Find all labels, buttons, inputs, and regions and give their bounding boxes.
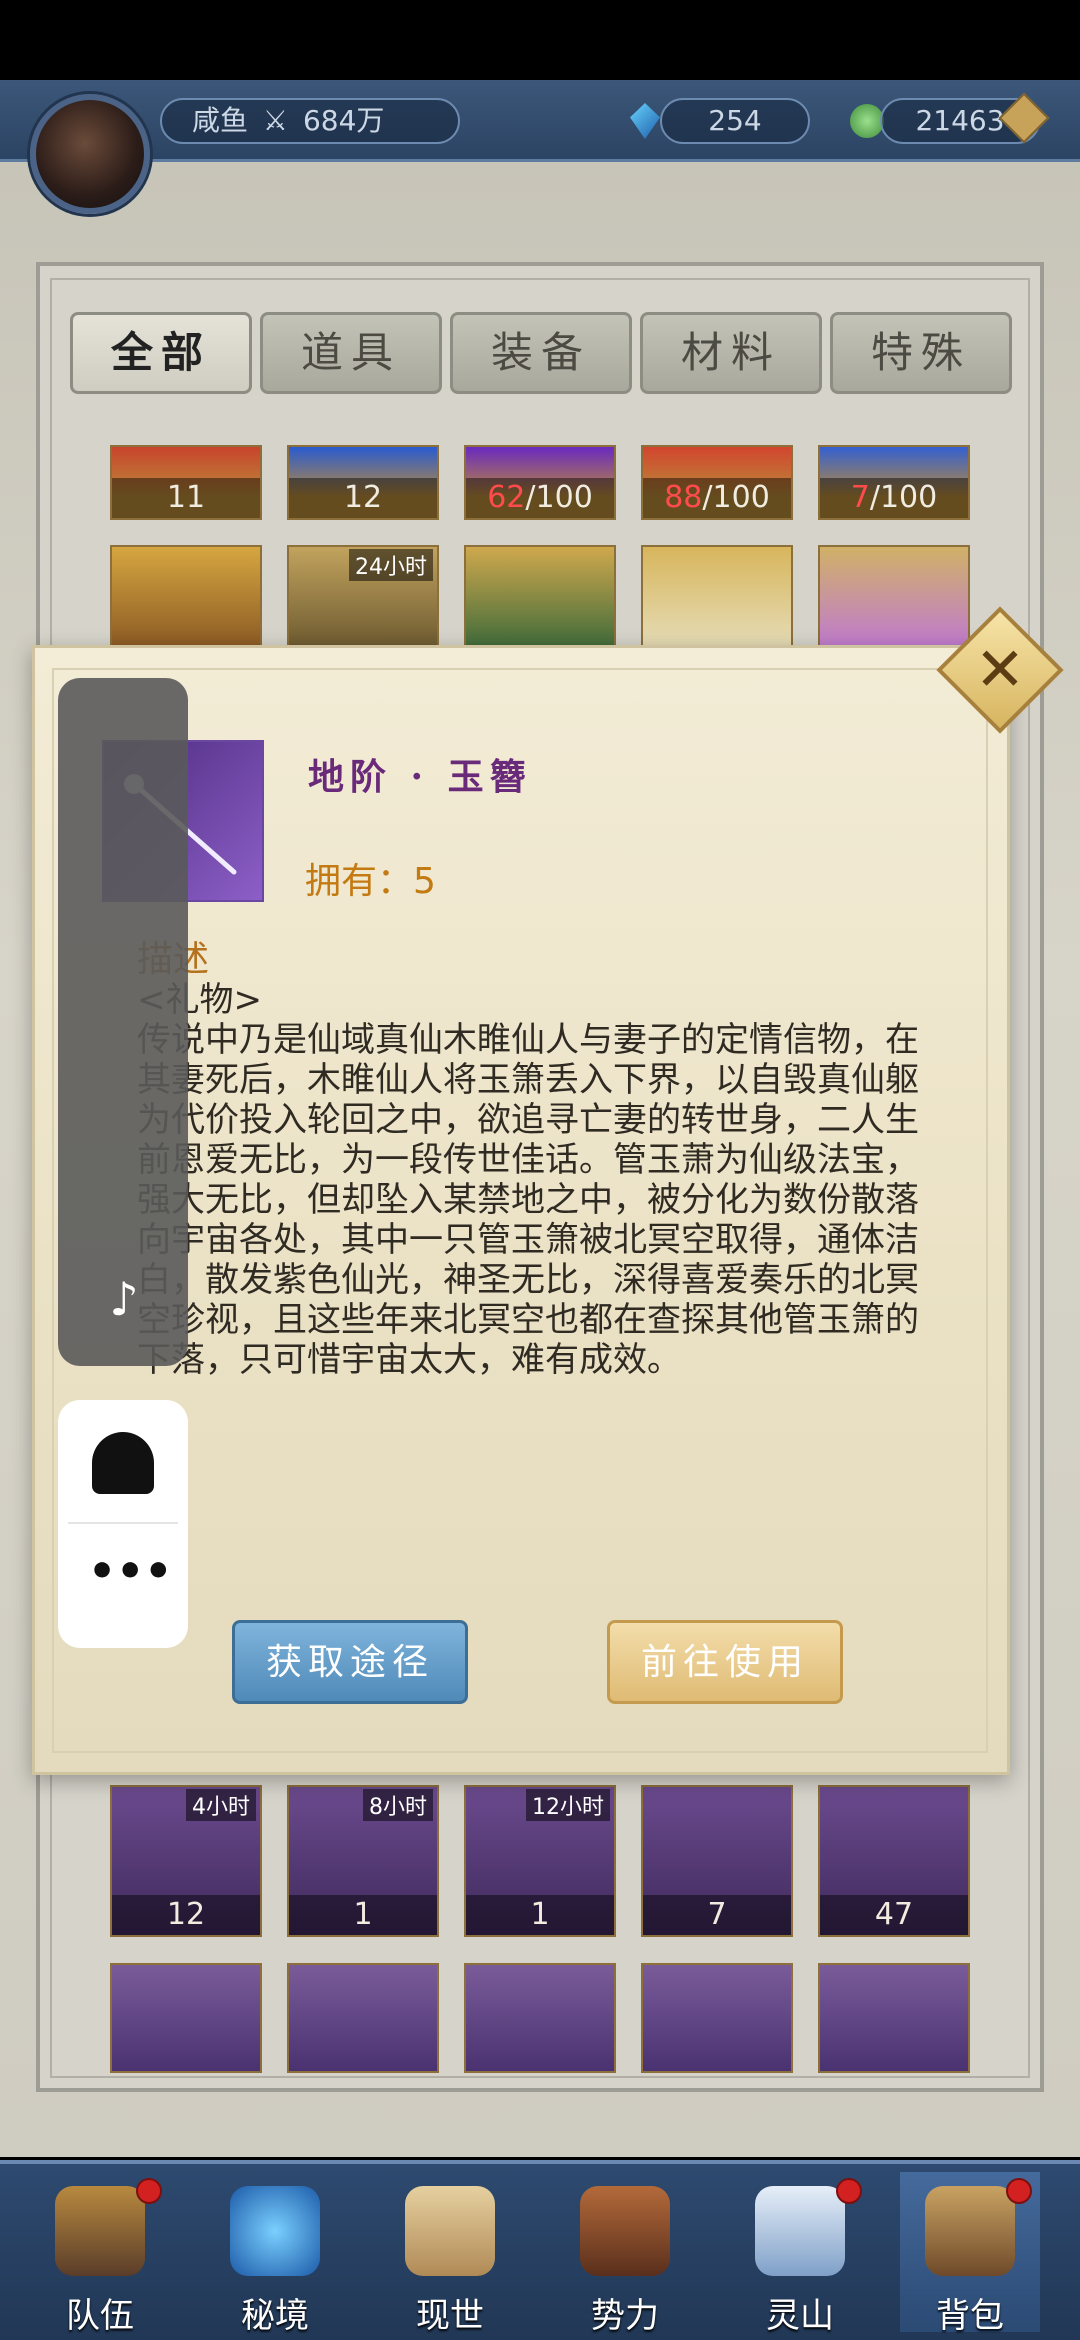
notification-dot <box>1006 2178 1032 2204</box>
jade-icon <box>850 104 884 138</box>
notification-dot <box>136 2178 162 2204</box>
inventory-slot[interactable]: 62/100 <box>464 445 616 520</box>
gem-value: 254 <box>708 104 762 137</box>
backpack-icon <box>925 2186 1015 2276</box>
inventory-slot[interactable]: 47 <box>818 1785 970 1937</box>
inventory-slot[interactable]: 4小时 12 <box>110 1785 262 1937</box>
scroll-icon <box>405 2186 495 2276</box>
floating-panel: ••• <box>58 1400 188 1648</box>
tab-items[interactable]: 道具 <box>260 312 442 394</box>
description-body: <礼物> 传说中乃是仙域真仙木睢仙人与妻子的定情信物，在其妻死后，木睢仙人将玉箫… <box>137 980 937 1380</box>
mountain-icon <box>755 2186 845 2276</box>
inventory-slot[interactable] <box>110 545 262 650</box>
inventory-slot[interactable]: 7/100 <box>818 445 970 520</box>
nav-secret-realm[interactable]: 秘境 <box>205 2172 345 2336</box>
music-off-icon[interactable]: ♪ <box>98 1273 150 1325</box>
divider <box>68 1522 178 1524</box>
inventory-slot[interactable] <box>464 1963 616 2073</box>
player-avatar[interactable] <box>30 94 150 214</box>
secret-realm-icon <box>230 2186 320 2276</box>
inventory-slot[interactable]: 12小时 1 <box>464 1785 616 1937</box>
inventory-slot[interactable] <box>464 545 616 650</box>
inventory-slot[interactable]: 7 <box>641 1785 793 1937</box>
nav-spirit-mountain[interactable]: 灵山 <box>730 2172 870 2336</box>
description-text: 传说中乃是仙域真仙木睢仙人与妻子的定情信物，在其妻死后，木睢仙人将玉箫丢入下界，… <box>137 1020 919 1380</box>
palace-icon <box>580 2186 670 2276</box>
inventory-slot[interactable]: 88/100 <box>641 445 793 520</box>
get-source-button[interactable]: 获取途径 <box>232 1620 468 1704</box>
sword-icon: ⚔ <box>262 104 289 137</box>
inventory-slot[interactable] <box>818 1963 970 2073</box>
notification-dot <box>836 2178 862 2204</box>
status-bar <box>0 0 1080 80</box>
inventory-slot[interactable] <box>287 1963 439 2073</box>
tab-equipment[interactable]: 装备 <box>450 312 632 394</box>
inventory-slot[interactable]: 11 <box>110 445 262 520</box>
inventory-slot[interactable] <box>641 1963 793 2073</box>
player-name: 咸鱼 <box>192 104 249 137</box>
floating-toolbar[interactable]: ♪ <box>58 678 188 1366</box>
description-tag: <礼物> <box>137 980 262 1020</box>
bell-icon[interactable] <box>92 1432 154 1494</box>
tab-materials[interactable]: 材料 <box>640 312 822 394</box>
inventory-slot[interactable] <box>110 1963 262 2073</box>
inventory-slot[interactable]: 12 <box>287 445 439 520</box>
team-icon <box>55 2186 145 2276</box>
nav-team[interactable]: 队伍 <box>30 2172 170 2336</box>
inventory-slot[interactable]: 24小时 <box>287 545 439 650</box>
item-name: 地阶 · 玉簪 <box>308 756 532 798</box>
nav-backpack[interactable]: 背包 <box>900 2172 1040 2336</box>
close-icon: ✕ <box>974 635 1026 705</box>
tab-special[interactable]: 特殊 <box>830 312 1012 394</box>
inventory-slot[interactable] <box>641 545 793 650</box>
nav-present-world[interactable]: 现世 <box>380 2172 520 2336</box>
tab-all[interactable]: 全部 <box>70 312 252 394</box>
nav-faction[interactable]: 势力 <box>555 2172 695 2336</box>
inventory-slot[interactable] <box>818 545 970 650</box>
go-use-button[interactable]: 前往使用 <box>607 1620 843 1704</box>
owned-count: 拥有：5 <box>305 861 436 902</box>
power-value: 684万 <box>302 104 385 137</box>
inventory-slot[interactable]: 8小时 1 <box>287 1785 439 1937</box>
more-icon[interactable]: ••• <box>88 1550 172 1602</box>
jade-value: 21463 <box>915 104 1005 137</box>
player-info: 咸鱼 ⚔ 684万 <box>160 98 460 144</box>
gem-counter[interactable]: 254 <box>660 98 810 144</box>
